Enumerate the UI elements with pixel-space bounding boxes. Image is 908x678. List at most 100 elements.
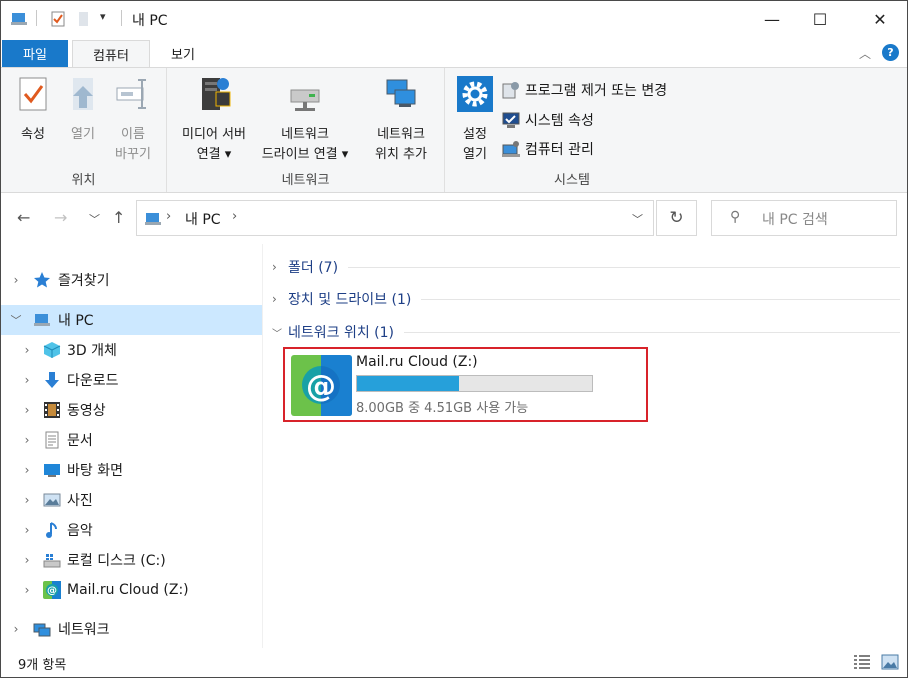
download-icon [45,372,59,388]
chevron-right-icon[interactable]: › [21,583,33,597]
system-properties-icon [502,112,520,128]
ribbon-group-location: 속성 열기 이름 바꾸기 위치 [1,68,167,192]
section-divider [348,266,900,268]
document-icon [45,431,59,449]
chevron-right-icon[interactable]: › [21,493,33,507]
section-divider [404,331,900,333]
nav-item-mailru-cloud-z[interactable]: › @ Mail.ru Cloud (Z:) [1,575,262,605]
new-folder-icon[interactable] [75,10,93,28]
recent-locations-icon[interactable]: ﹀ [89,211,100,227]
chevron-right-icon[interactable]: › [21,343,33,357]
desktop-icon [44,464,60,477]
open-button[interactable]: 열기 [61,74,105,145]
nav-item-quick-access[interactable]: › 즐겨찾기 [1,265,262,295]
nav-item-videos[interactable]: › 동영상 [1,395,262,425]
uninstall-program-button[interactable]: 프로그램 제거 또는 변경 [501,78,667,102]
system-properties-button[interactable]: 시스템 속성 [501,108,594,132]
address-bar[interactable]: › 내 PC › ﹀ [136,200,654,236]
breadcrumb-separator[interactable]: › [232,209,237,224]
search-placeholder: 내 PC 검색 [762,212,828,228]
cube-icon [43,342,61,358]
pc-icon [11,13,27,25]
explorer-window: ▾ 내 PC — ☐ ✕ 파일 컴퓨터 보기 ︿ ? 속성 열기 이름 바꾸기 … [0,0,908,678]
mailru-cloud-icon: @ [291,355,352,416]
chevron-right-icon[interactable]: › [21,523,33,537]
chevron-right-icon[interactable]: › [272,292,288,306]
large-icons-view-icon[interactable] [881,654,899,670]
forward-arrow-icon[interactable]: → [54,208,67,227]
close-button[interactable]: ✕ [857,1,903,37]
ribbon-tabs: 파일 컴퓨터 보기 ︿ ? [1,37,907,67]
details-view-icon[interactable] [853,654,871,670]
computer-management-button[interactable]: 컴퓨터 관리 [501,137,594,161]
chevron-right-icon[interactable]: › [21,463,33,477]
chevron-right-icon[interactable]: › [21,433,33,447]
section-header-devices-drives[interactable]: › 장치 및 드라이브 (1) [272,286,900,312]
drive-name: Mail.ru Cloud (Z:) [356,354,478,370]
tab-view[interactable]: 보기 [153,40,213,67]
chevron-down-icon[interactable]: ﹀ [10,312,22,328]
nav-item-pictures[interactable]: › 사진 [1,485,262,515]
network-location-icon [386,79,416,107]
nav-item-local-disk-c[interactable]: › 로컬 디스크 (C:) [1,545,262,575]
properties-icon[interactable] [49,10,67,28]
customize-toolbar-icon[interactable]: ▾ [100,10,118,28]
ribbon-group-network: 미디어 서버 연결 ▾ 네트워크 드라이브 연결 ▾ 네트워크 위치 추가 네트… [167,68,445,192]
item-count: 9개 항목 [18,658,67,673]
open-settings-button[interactable]: 설정 열기 [453,74,497,165]
nav-item-3d-objects[interactable]: › 3D 개체 [1,335,262,365]
nav-item-this-pc[interactable]: ﹀ 내 PC [1,305,262,335]
disk-icon [43,554,61,568]
section-header-folders[interactable]: › 폴더 (7) [272,254,900,280]
media-server-icon [202,78,231,110]
section-header-network-locations[interactable]: ﹀ 네트워크 위치 (1) [272,319,900,345]
chevron-right-icon[interactable]: › [272,260,288,274]
network-icon [33,623,51,637]
window-title: 내 PC [132,13,168,29]
back-arrow-icon[interactable]: ← [17,208,30,227]
media-server-button[interactable]: 미디어 서버 연결 ▾ [171,74,257,165]
svg-text:@: @ [47,586,57,597]
svg-text:@: @ [306,369,336,404]
drive-tile-mailru-cloud[interactable]: @ Mail.ru Cloud (Z:) 8.00GB 중 4.51GB 사용 … [283,347,648,422]
video-icon [44,402,60,418]
tab-file[interactable]: 파일 [2,40,68,67]
refresh-icon: ↻ [669,208,684,228]
properties-button[interactable]: 속성 [11,74,55,145]
section-divider [421,298,900,300]
minimize-button[interactable]: — [749,1,795,37]
search-input[interactable]: ⚲ 내 PC 검색 [711,200,897,236]
help-icon[interactable]: ? [882,44,899,61]
chevron-right-icon[interactable]: › [21,373,33,387]
nav-item-network[interactable]: › 네트워크 [1,614,262,644]
nav-item-music[interactable]: › 음악 [1,515,262,545]
ribbon: 속성 열기 이름 바꾸기 위치 미디어 서버 연결 ▾ 네트워크 드라이브 연결… [1,67,907,193]
star-icon [34,272,50,288]
tab-computer[interactable]: 컴퓨터 [72,40,150,67]
add-network-location-button[interactable]: 네트워크 위치 추가 [363,74,439,165]
chevron-right-icon[interactable]: › [21,553,33,567]
content-pane: › 폴더 (7) › 장치 및 드라이브 (1) ﹀ 네트워크 위치 (1) @… [264,244,907,648]
pc-icon [34,314,50,326]
nav-item-documents[interactable]: › 문서 [1,425,262,455]
chevron-down-icon[interactable]: ﹀ [272,325,288,340]
mailru-icon: @ [43,581,61,599]
title-bar: ▾ 내 PC — ☐ ✕ [1,1,907,37]
gear-icon [457,76,493,112]
navigation-row: ← → ﹀ ↑ › 내 PC › ﹀ ↻ ⚲ 내 PC 검색 [1,194,907,244]
map-network-drive-button[interactable]: 네트워크 드라이브 연결 ▾ [257,74,353,165]
breadcrumb-separator[interactable]: › [166,209,171,224]
chevron-right-icon[interactable]: › [21,403,33,417]
rename-button[interactable]: 이름 바꾸기 [107,74,159,165]
nav-item-desktop[interactable]: › 바탕 화면 [1,455,262,485]
nav-item-downloads[interactable]: › 다운로드 [1,365,262,395]
collapse-ribbon-icon[interactable]: ︿ [859,45,871,62]
breadcrumb-item-this-pc[interactable]: 내 PC [185,209,221,229]
chevron-right-icon[interactable]: › [10,273,22,287]
maximize-button[interactable]: ☐ [797,1,843,37]
refresh-button[interactable]: ↻ [656,200,697,236]
address-dropdown-icon[interactable]: ﹀ [632,211,643,227]
up-arrow-icon[interactable]: ↑ [112,208,125,227]
chevron-right-icon[interactable]: › [10,622,22,636]
navigation-pane: › 즐겨찾기 ﹀ 내 PC › 3D 개체 › 다운로드 › 동영상 › 문서 … [1,244,263,648]
